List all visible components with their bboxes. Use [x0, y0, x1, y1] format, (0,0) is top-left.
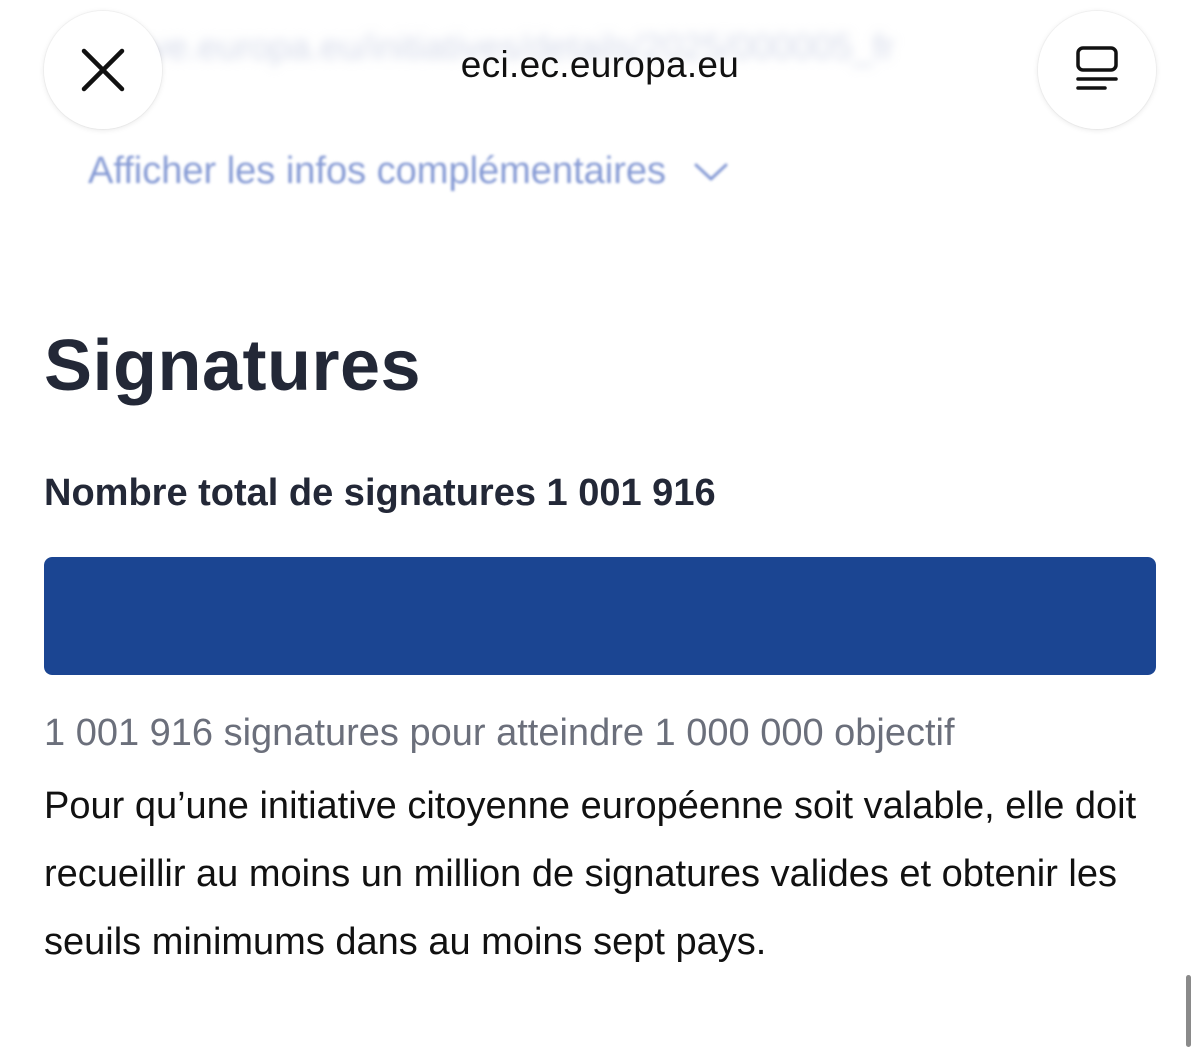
chevron-down-icon [694, 163, 728, 180]
more-info-link[interactable]: Afficher les infos complémentaires [88, 150, 728, 193]
scrollbar[interactable] [1186, 975, 1191, 1047]
signature-progress-bar [44, 557, 1156, 675]
progress-caption: 1 001 916 signatures pour atteindre 1 00… [44, 712, 955, 754]
more-info-label: Afficher les infos complémentaires [88, 150, 666, 192]
page-domain: eci.ec.europa.eu [460, 44, 740, 85]
section-title: Signatures [44, 326, 422, 406]
reader-mode-button[interactable] [1038, 11, 1156, 129]
browser-top-overlay: ve.europa.eu/initiatives/details/2025/00… [0, 0, 1200, 250]
total-signatures: Nombre total de signatures 1 001 916 [44, 472, 716, 514]
validity-description: Pour qu’une initiative citoyenne europée… [44, 785, 1137, 963]
reader-mode-icon [1076, 46, 1118, 90]
signature-progress-fill [44, 557, 1156, 675]
